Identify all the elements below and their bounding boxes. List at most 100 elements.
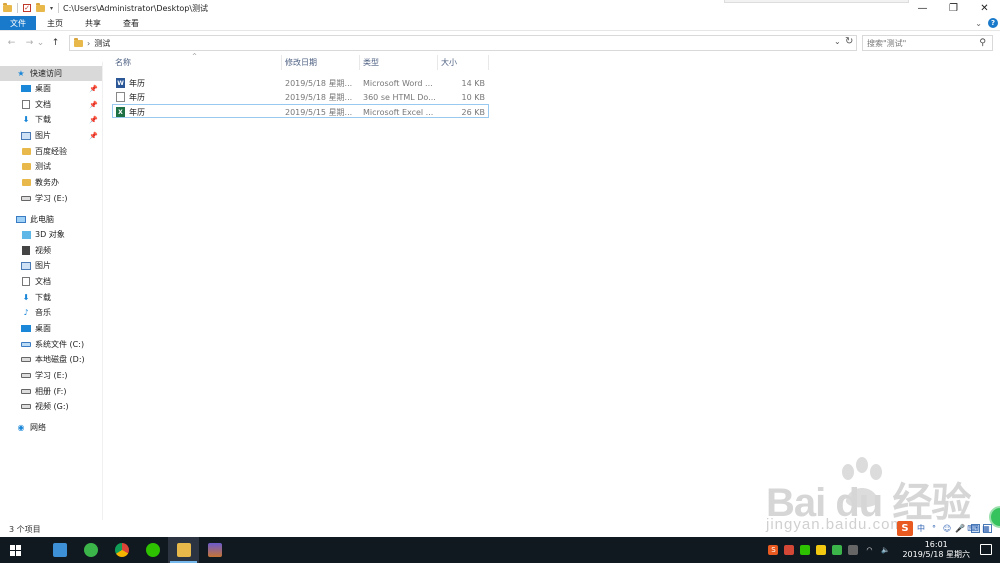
microphone-icon[interactable]: 🎤 — [955, 524, 965, 534]
ime-mode-icon[interactable]: 中 — [916, 524, 926, 534]
nvidia-tray-icon[interactable] — [832, 545, 843, 555]
punctuation-icon[interactable]: ° — [929, 524, 939, 534]
file-row-html[interactable]: 年历 2019/5/18 星期... 360 se HTML Do... 10 … — [112, 90, 489, 104]
sidebar-item-pc-pictures[interactable]: 图片 — [0, 258, 102, 273]
sidebar-item-drive-c[interactable]: 系统文件 (C:) — [0, 337, 102, 352]
sidebar-item-pc-desktop[interactable]: 桌面 — [0, 321, 102, 336]
taskbar-wechat[interactable] — [137, 537, 168, 563]
file-name: 年历 — [129, 107, 145, 117]
sidebar-item-videos[interactable]: 视频 — [0, 243, 102, 258]
sidebar-item-pc-documents[interactable]: 文档 — [0, 274, 102, 289]
clock[interactable]: 16:01 2019/5/18 星期六 — [902, 540, 970, 560]
file-size: 26 KB — [461, 107, 485, 117]
expand-ribbon-icon[interactable]: ⌄ — [975, 19, 982, 28]
sidebar-item-drive-f[interactable]: 相册 (F:) — [0, 384, 102, 399]
folder-icon — [21, 163, 31, 170]
picture-icon — [21, 261, 31, 270]
system-tray: S ◠ 🔈 16:01 2019/5/18 星期六 — [768, 537, 970, 563]
customize-toolbar-icon[interactable]: ▾ — [50, 5, 53, 12]
tab-view[interactable]: 查看 — [112, 16, 150, 30]
start-icon — [10, 544, 21, 556]
column-modified[interactable]: 修改日期 — [282, 55, 360, 70]
address-dropdown-icon[interactable]: ⌄ — [834, 37, 841, 46]
properties-icon[interactable]: ✓ — [23, 4, 31, 12]
sidebar-item-downloads[interactable]: ⬇ 下载 📌 — [0, 112, 102, 127]
toolbox-icon[interactable]: ▦ — [981, 524, 991, 534]
minimize-button[interactable]: — — [907, 0, 938, 16]
up-button[interactable]: ↑ — [49, 38, 62, 48]
search-input[interactable]: 搜索"测试" ⚲ — [862, 35, 993, 51]
help-icon[interactable]: ? — [988, 18, 998, 28]
tab-home[interactable]: 主页 — [36, 16, 74, 30]
sogou-ime-logo[interactable]: S — [897, 521, 913, 536]
sidebar-item-drive-g[interactable]: 视频 (G:) — [0, 399, 102, 414]
file-row-excel[interactable]: X 年历 2019/5/15 星期... Microsoft Excel ...… — [112, 104, 489, 118]
quick-access-toolbar: ✓ ▾ — [0, 2, 60, 13]
sidebar-item-network[interactable]: ◉ 网络 — [0, 420, 102, 435]
column-name[interactable]: 名称 — [112, 55, 282, 70]
sidebar-item-3d-objects[interactable]: 3D 对象 — [0, 227, 102, 242]
watermark-url: jingyan.baidu.com — [766, 516, 904, 533]
sidebar-item-drive-e[interactable]: 学习 (E:) — [0, 368, 102, 383]
forward-button[interactable]: → — [23, 38, 36, 48]
new-folder-icon[interactable] — [36, 2, 45, 12]
3d-objects-icon — [21, 230, 31, 239]
notification-center-icon[interactable] — [980, 544, 992, 555]
sidebar-item-pc-downloads[interactable]: ⬇ 下载 — [0, 290, 102, 305]
emoji-icon[interactable]: ☺ — [942, 524, 952, 534]
recent-locations-button[interactable]: ⌄ — [36, 38, 45, 48]
drive-icon — [21, 196, 31, 201]
sidebar-item-pictures[interactable]: 图片 📌 — [0, 128, 102, 143]
breadcrumb-current[interactable]: 测试 — [94, 38, 110, 49]
sidebar-item-drive-e-quick[interactable]: 学习 (E:) — [0, 191, 102, 206]
sidebar-item-this-pc[interactable]: 此电脑 — [0, 212, 102, 227]
system-drive-icon — [21, 342, 31, 347]
sidebar-item-desktop[interactable]: 桌面 📌 — [0, 81, 102, 96]
address-bar[interactable]: › 测试 — [69, 35, 857, 51]
column-type[interactable]: 类型 — [360, 55, 438, 70]
security-tray-icon[interactable] — [816, 545, 827, 555]
search-icon[interactable]: ⚲ — [979, 38, 986, 48]
sogou-tray-icon[interactable]: S — [768, 545, 779, 555]
tab-file[interactable]: 文件 — [0, 16, 36, 30]
clock-date: 2019/5/18 星期六 — [902, 550, 970, 559]
column-size[interactable]: 大小 — [438, 55, 489, 70]
drive-icon — [21, 404, 31, 409]
file-row-word[interactable]: W 年历 2019/5/18 星期... Microsoft Word ... … — [112, 76, 489, 90]
sidebar-item-drive-d[interactable]: 本地磁盘 (D:) — [0, 352, 102, 367]
html-file-icon — [116, 92, 125, 102]
sidebar-item-music[interactable]: ♪ 音乐 — [0, 305, 102, 320]
taskbar-chrome[interactable] — [106, 537, 137, 563]
desktop-icon — [21, 85, 31, 92]
volume-icon[interactable]: 🔈 — [880, 545, 890, 555]
sidebar-item-office[interactable]: 教务办 — [0, 175, 102, 190]
sidebar-item-quick-access[interactable]: ★ 快速访问 — [0, 66, 102, 81]
tab-share[interactable]: 共享 — [74, 16, 112, 30]
close-button[interactable]: ✕ — [969, 0, 1000, 16]
back-button[interactable]: ← — [5, 38, 18, 48]
folder-icon — [21, 148, 31, 155]
taskbar-file-explorer[interactable] — [168, 537, 199, 563]
refresh-icon[interactable]: ↻ — [845, 36, 853, 47]
drive-icon — [21, 373, 31, 378]
taskbar-app-blue[interactable] — [44, 537, 75, 563]
start-button[interactable] — [0, 537, 31, 563]
item-count: 3 个项目 — [9, 525, 41, 534]
wechat-tray-icon[interactable] — [800, 545, 811, 555]
keyboard-icon[interactable]: ⌨ — [967, 524, 979, 534]
breadcrumb-separator[interactable]: › — [87, 39, 90, 48]
excel-file-icon: X — [116, 107, 125, 117]
maximize-button[interactable]: ❐ — [938, 0, 969, 16]
ime-toolbar: S 中 ° ☺ 🎤 ⌨ ▦ — [897, 521, 993, 536]
app-tray-icon[interactable] — [784, 545, 795, 555]
file-modified: 2019/5/15 星期... — [285, 107, 353, 117]
sidebar-item-test[interactable]: 测试 — [0, 159, 102, 174]
pin-icon: 📌 — [89, 131, 98, 140]
sidebar-item-baidu-jingyan[interactable]: 百度经验 — [0, 144, 102, 159]
network-tray-icon[interactable]: ◠ — [864, 545, 874, 555]
taskbar-app-green[interactable] — [75, 537, 106, 563]
sidebar-item-documents[interactable]: 文档 📌 — [0, 97, 102, 112]
battery-icon[interactable] — [848, 545, 859, 555]
taskbar-photo[interactable] — [199, 537, 230, 563]
chrome-icon — [114, 543, 129, 557]
